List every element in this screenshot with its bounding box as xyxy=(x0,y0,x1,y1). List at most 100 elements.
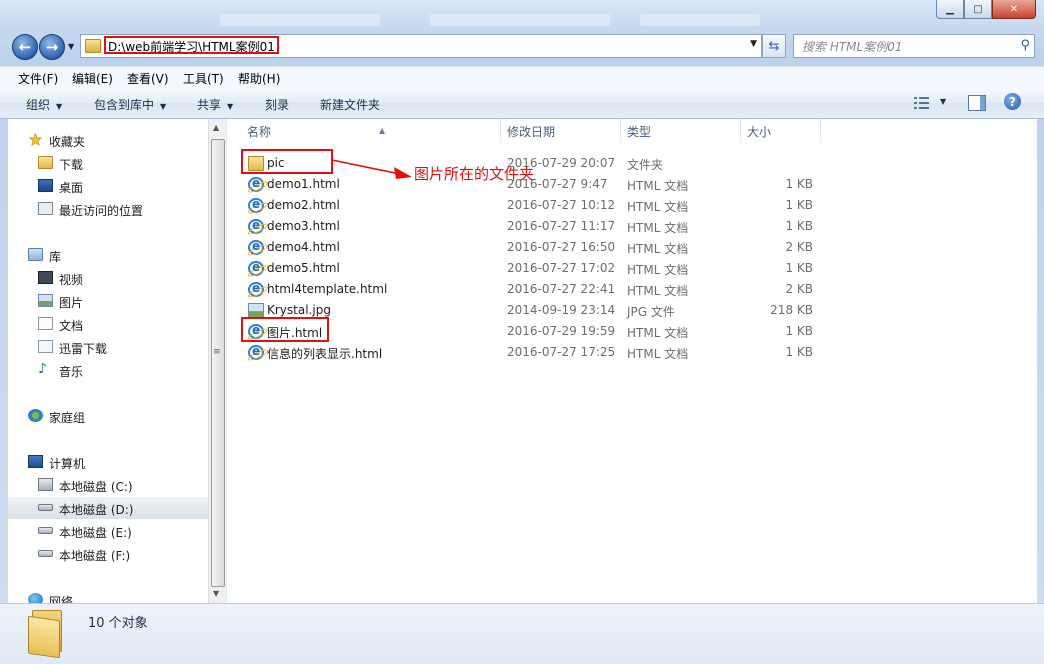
file-name: demo4.html xyxy=(267,240,340,254)
forward-button[interactable]: → xyxy=(39,34,65,60)
chevron-down-icon[interactable]: ▼ xyxy=(750,39,757,49)
chevron-down-icon: ▼ xyxy=(227,102,234,111)
thunder-download-icon xyxy=(38,340,53,353)
large-folder-icon xyxy=(28,610,64,659)
nav-documents[interactable]: 文档 xyxy=(8,313,208,335)
file-row[interactable]: html4template.html 2016-07-27 22:41 HTML 文… xyxy=(241,279,821,300)
scroll-grip-icon: ≡ xyxy=(213,347,221,357)
file-size: 1 KB xyxy=(785,345,813,359)
column-header-name[interactable]: 名称 ▲ xyxy=(241,119,501,143)
menu-bar: 文件(F) 编辑(E) 查看(V) 工具(T) 帮助(H) xyxy=(0,66,1044,89)
nav-videos[interactable]: 视频 xyxy=(8,267,208,289)
nav-label: 视频 xyxy=(59,273,84,287)
title-bar-ghost xyxy=(430,14,610,26)
nav-label: 下载 xyxy=(59,158,84,172)
ie-html-icon xyxy=(246,239,270,258)
nav-pictures[interactable]: 图片 xyxy=(8,290,208,312)
column-header-type[interactable]: 类型 xyxy=(621,119,741,143)
share-button[interactable]: 共享 ▼ xyxy=(197,96,233,113)
scrollbar-thumb[interactable] xyxy=(211,139,225,587)
network-icon xyxy=(28,593,43,603)
recent-places-icon xyxy=(38,202,53,215)
nav-drive-e[interactable]: 本地磁盘 (E:) xyxy=(8,520,208,542)
column-header-size[interactable]: 大小 xyxy=(741,119,821,143)
nav-label: 网络 xyxy=(49,595,74,603)
nav-label: 家庭组 xyxy=(49,411,86,425)
view-dropdown-icon[interactable]: ▼ xyxy=(940,97,946,106)
maximize-button[interactable]: □ xyxy=(964,0,992,19)
menu-file[interactable]: 文件(F) xyxy=(18,70,58,87)
organize-button[interactable]: 组织 ▼ xyxy=(26,96,62,113)
search-input[interactable]: 搜索 HTML案例01 ⚲ xyxy=(793,34,1035,58)
file-size: 1 KB xyxy=(785,177,813,191)
column-header-modified[interactable]: 修改日期 xyxy=(501,119,621,143)
scroll-down-arrow-icon[interactable]: ▼ xyxy=(213,589,219,598)
preview-pane-icon[interactable] xyxy=(968,95,986,111)
file-name: html4template.html xyxy=(267,282,388,296)
nav-favorites[interactable]: 收藏夹 xyxy=(8,129,208,151)
nav-drive-c[interactable]: 本地磁盘 (C:) xyxy=(8,474,208,496)
menu-view[interactable]: 查看(V) xyxy=(127,70,169,87)
file-size: 1 KB xyxy=(785,219,813,233)
nav-label: 收藏夹 xyxy=(49,135,86,149)
file-type: HTML 文档 xyxy=(627,284,689,298)
nav-downloads[interactable]: 下载 xyxy=(8,152,208,174)
nav-desktop[interactable]: 桌面 xyxy=(8,175,208,197)
navigation-scrollbar[interactable]: ▲ ≡ ▼ xyxy=(208,119,226,603)
nav-label: 本地磁盘 (E:) xyxy=(59,526,132,540)
ie-html-icon xyxy=(246,281,270,300)
burn-button[interactable]: 刻录 xyxy=(265,96,289,113)
title-bar-ghost xyxy=(640,14,760,26)
scroll-up-arrow-icon[interactable]: ▲ xyxy=(213,123,219,132)
file-type: HTML 文档 xyxy=(627,221,689,235)
nav-label: 库 xyxy=(49,250,62,264)
nav-network[interactable]: 网络 xyxy=(8,589,208,603)
arrow-left-icon: ← xyxy=(18,38,32,56)
nav-recent-places[interactable]: 最近访问的位置 xyxy=(8,198,208,220)
minimize-button[interactable]: ▁ xyxy=(936,0,964,19)
video-icon xyxy=(38,271,53,284)
include-in-library-button[interactable]: 包含到库中 ▼ xyxy=(94,96,166,113)
nav-thunder-downloads[interactable]: 迅雷下载 xyxy=(8,336,208,358)
column-label: 名称 xyxy=(247,125,272,139)
file-row[interactable]: demo5.html 2016-07-27 17:02 HTML 文档 1 KB xyxy=(241,258,821,279)
file-row[interactable]: demo2.html 2016-07-27 10:12 HTML 文档 1 KB xyxy=(241,195,821,216)
file-modified-date: 2016-07-27 22:41 xyxy=(507,282,616,296)
view-options-icon[interactable] xyxy=(914,96,930,110)
explorer-window: ▁ □ ✕ ← → ▼ D:\web前端学习\HTML案例01 ▼ ⇆ 搜索 H… xyxy=(0,0,1044,664)
recent-pages-dropdown[interactable]: ▼ xyxy=(68,42,74,51)
file-row[interactable]: demo4.html 2016-07-27 16:50 HTML 文档 2 KB xyxy=(241,237,821,258)
file-row[interactable]: demo3.html 2016-07-27 11:17 HTML 文档 1 KB xyxy=(241,216,821,237)
address-bar[interactable]: D:\web前端学习\HTML案例01 ▼ xyxy=(80,34,762,58)
close-button[interactable]: ✕ xyxy=(992,0,1036,19)
nav-music[interactable]: ♪ 音乐 xyxy=(8,359,208,381)
file-size: 1 KB xyxy=(785,324,813,338)
nav-libraries[interactable]: 库 xyxy=(8,244,208,266)
file-name: demo2.html xyxy=(267,198,340,212)
address-path[interactable]: D:\web前端学习\HTML案例01 xyxy=(104,36,279,54)
nav-drive-f[interactable]: 本地磁盘 (F:) xyxy=(8,543,208,565)
menu-tools[interactable]: 工具(T) xyxy=(183,70,224,87)
star-icon xyxy=(28,133,43,146)
folder-icon xyxy=(85,39,101,53)
nav-label: 桌面 xyxy=(59,181,84,195)
menu-edit[interactable]: 编辑(E) xyxy=(72,70,113,87)
file-modified-date: 2016-07-27 17:25 xyxy=(507,345,616,359)
nav-label: 迅雷下载 xyxy=(59,342,108,356)
nav-drive-d[interactable]: 本地磁盘 (D:) xyxy=(8,497,208,519)
nav-computer[interactable]: 计算机 xyxy=(8,451,208,473)
file-name: demo1.html xyxy=(267,177,340,191)
new-folder-button[interactable]: 新建文件夹 xyxy=(320,96,380,113)
ie-html-icon xyxy=(246,197,270,216)
image-file-icon xyxy=(248,303,264,318)
chevron-down-icon: ▼ xyxy=(56,102,63,111)
chevron-down-icon: ▼ xyxy=(160,102,167,111)
back-button[interactable]: ← xyxy=(12,34,38,60)
file-size: 2 KB xyxy=(785,240,813,254)
search-icon[interactable]: ⚲ xyxy=(1020,38,1030,53)
refresh-button[interactable]: ⇆ xyxy=(762,34,786,58)
help-icon[interactable]: ? xyxy=(1004,93,1021,110)
menu-help[interactable]: 帮助(H) xyxy=(238,70,280,87)
file-row[interactable]: 信息的列表显示.html 2016-07-27 17:25 HTML 文档 1 KB xyxy=(241,342,821,363)
nav-homegroup[interactable]: 家庭组 xyxy=(8,405,208,427)
